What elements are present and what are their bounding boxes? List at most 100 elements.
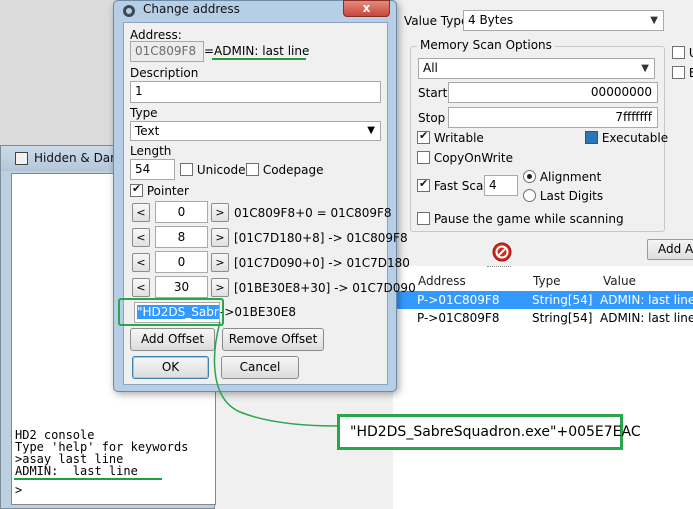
start-label: Start bbox=[418, 86, 448, 100]
offset-decrement-button[interactable]: < bbox=[132, 253, 150, 272]
memory-region-value: All bbox=[423, 61, 438, 75]
add-address-manually-button[interactable]: Add A bbox=[647, 239, 693, 260]
highlight-underline bbox=[14, 478, 162, 480]
column-type[interactable]: Type bbox=[533, 274, 561, 288]
offset-decrement-button[interactable]: < bbox=[132, 278, 150, 297]
row-type: String[54] bbox=[532, 293, 593, 307]
executable-label: Executable bbox=[601, 131, 669, 145]
checkbox-partial-icon bbox=[585, 131, 598, 144]
fast-scan-input[interactable]: 4 bbox=[484, 175, 518, 196]
type-select[interactable]: Text ▼ bbox=[130, 121, 381, 141]
writable-checkbox[interactable]: Writable bbox=[417, 129, 484, 145]
memory-region-select[interactable]: All ▼ bbox=[418, 58, 655, 79]
ok-button[interactable]: OK bbox=[132, 356, 209, 379]
offset-decrement-button[interactable]: < bbox=[132, 203, 150, 222]
pointer-checkbox[interactable]: Pointer bbox=[130, 182, 189, 198]
address-input[interactable]: 01C809F8 bbox=[130, 41, 204, 62]
console-prompt[interactable]: > bbox=[15, 484, 22, 496]
memory-scan-options-title: Memory Scan Options bbox=[417, 38, 555, 52]
description-input[interactable]: 1 bbox=[130, 81, 381, 103]
cheat-engine-icon bbox=[123, 5, 135, 17]
offset-input[interactable]: 30 bbox=[155, 276, 208, 298]
codepage-label: Codepage bbox=[262, 163, 324, 177]
radio-icon bbox=[523, 189, 536, 202]
checkbox-icon bbox=[417, 212, 430, 225]
column-value[interactable]: Value bbox=[603, 274, 636, 288]
table-row[interactable]: P->01C809F8 String[54] ADMIN: last line bbox=[393, 291, 693, 309]
table-row[interactable]: P->01C809F8 String[54] ADMIN: last line bbox=[393, 309, 693, 327]
dialog-title: Change address bbox=[143, 2, 240, 16]
pause-game-checkbox[interactable]: Pause the game while scanning bbox=[417, 212, 624, 226]
pause-game-label: Pause the game while scanning bbox=[433, 212, 624, 226]
row-type: String[54] bbox=[532, 311, 593, 325]
row-value: ADMIN: last line bbox=[600, 293, 693, 307]
type-label: Type bbox=[130, 106, 158, 120]
offset-input[interactable]: 0 bbox=[155, 251, 208, 273]
offset-increment-button[interactable]: > bbox=[211, 228, 229, 247]
column-address[interactable]: Address bbox=[418, 274, 466, 288]
results-header: Address Type Value bbox=[393, 272, 693, 292]
hd-window-title: Hidden & Dang bbox=[34, 151, 126, 165]
value-type-label: Value Type bbox=[404, 14, 469, 28]
checkbox-icon bbox=[417, 151, 430, 164]
console-line: ADMIN: last line bbox=[15, 464, 138, 478]
offset-result: 01C809F8+0 = 01C809F8 bbox=[234, 206, 392, 220]
type-value: Text bbox=[135, 124, 160, 138]
unrandomizer-label: U bbox=[689, 46, 693, 60]
speedhack-checkbox[interactable]: E bbox=[672, 66, 693, 80]
chevron-down-icon: ▼ bbox=[641, 63, 649, 74]
checkbox-icon bbox=[672, 46, 685, 59]
writable-label: Writable bbox=[433, 131, 484, 145]
pointer-label: Pointer bbox=[146, 184, 189, 198]
address-label: Address: bbox=[130, 28, 182, 42]
unicode-label: Unicode bbox=[196, 163, 246, 177]
checkbox-icon bbox=[180, 163, 193, 176]
offset-increment-button[interactable]: > bbox=[211, 253, 229, 272]
value-type-value: 4 Bytes bbox=[468, 13, 514, 27]
fast-scan-checkbox[interactable]: Fast Scan bbox=[417, 177, 491, 193]
executable-checkbox[interactable]: Executable bbox=[585, 131, 668, 145]
splitter-handle[interactable] bbox=[487, 266, 511, 269]
base-address-callout: "HD2DS_SabreSquadron.exe"+005E7EAC bbox=[337, 414, 641, 450]
chevron-down-icon: ▼ bbox=[367, 125, 375, 136]
length-label: Length bbox=[130, 144, 172, 158]
description-label: Description bbox=[130, 66, 199, 80]
offset-input[interactable]: 0 bbox=[155, 201, 208, 223]
codepage-checkbox[interactable]: Codepage bbox=[246, 163, 324, 177]
radio-selected-icon bbox=[523, 170, 536, 183]
copyonwrite-checkbox[interactable]: CopyOnWrite bbox=[417, 151, 513, 165]
offset-result: [01C7D090+0] -> 01C7D180 bbox=[234, 256, 410, 270]
row-address: P->01C809F8 bbox=[417, 311, 500, 325]
callout-connector bbox=[213, 321, 339, 427]
unicode-checkbox[interactable]: Unicode bbox=[180, 163, 246, 177]
offset-increment-button[interactable]: > bbox=[211, 203, 229, 222]
offset-input[interactable]: 8 bbox=[155, 226, 208, 248]
offset-result: [01C7D180+8] -> 01C809F8 bbox=[234, 231, 408, 245]
row-address: P->01C809F8 bbox=[417, 293, 500, 307]
last-digits-label: Last Digits bbox=[539, 189, 604, 203]
dialog-title-bar[interactable]: Change address x bbox=[114, 0, 396, 19]
row-value: ADMIN: last line bbox=[600, 311, 693, 325]
highlight-underline bbox=[212, 58, 306, 60]
alignment-label: Alignment bbox=[539, 170, 602, 184]
stop-scan-icon[interactable] bbox=[492, 242, 512, 262]
close-button[interactable]: x bbox=[343, 0, 390, 17]
checkbox-checked-icon bbox=[130, 182, 143, 197]
chevron-down-icon: ▼ bbox=[650, 15, 658, 26]
start-address-input[interactable]: 00000000 bbox=[448, 82, 658, 103]
speedhack-label: E bbox=[688, 66, 693, 80]
stop-address-input[interactable]: 7fffffff bbox=[448, 107, 658, 128]
base-address-result: ->01BE30E8 bbox=[220, 305, 296, 319]
fast-scan-label: Fast Scan bbox=[433, 179, 491, 193]
stop-label: Stop bbox=[418, 111, 446, 125]
offset-increment-button[interactable]: > bbox=[211, 278, 229, 297]
offset-decrement-button[interactable]: < bbox=[132, 228, 150, 247]
window-icon bbox=[15, 152, 28, 165]
alignment-radio[interactable]: Alignment bbox=[523, 170, 601, 184]
checkbox-checked-icon bbox=[417, 177, 430, 192]
value-type-select[interactable]: 4 Bytes ▼ bbox=[463, 10, 664, 31]
length-input[interactable]: 54 bbox=[130, 159, 175, 180]
address-result: =ADMIN: last line bbox=[204, 44, 310, 58]
last-digits-radio[interactable]: Last Digits bbox=[523, 189, 603, 203]
unrandomizer-checkbox[interactable]: U bbox=[672, 46, 693, 60]
